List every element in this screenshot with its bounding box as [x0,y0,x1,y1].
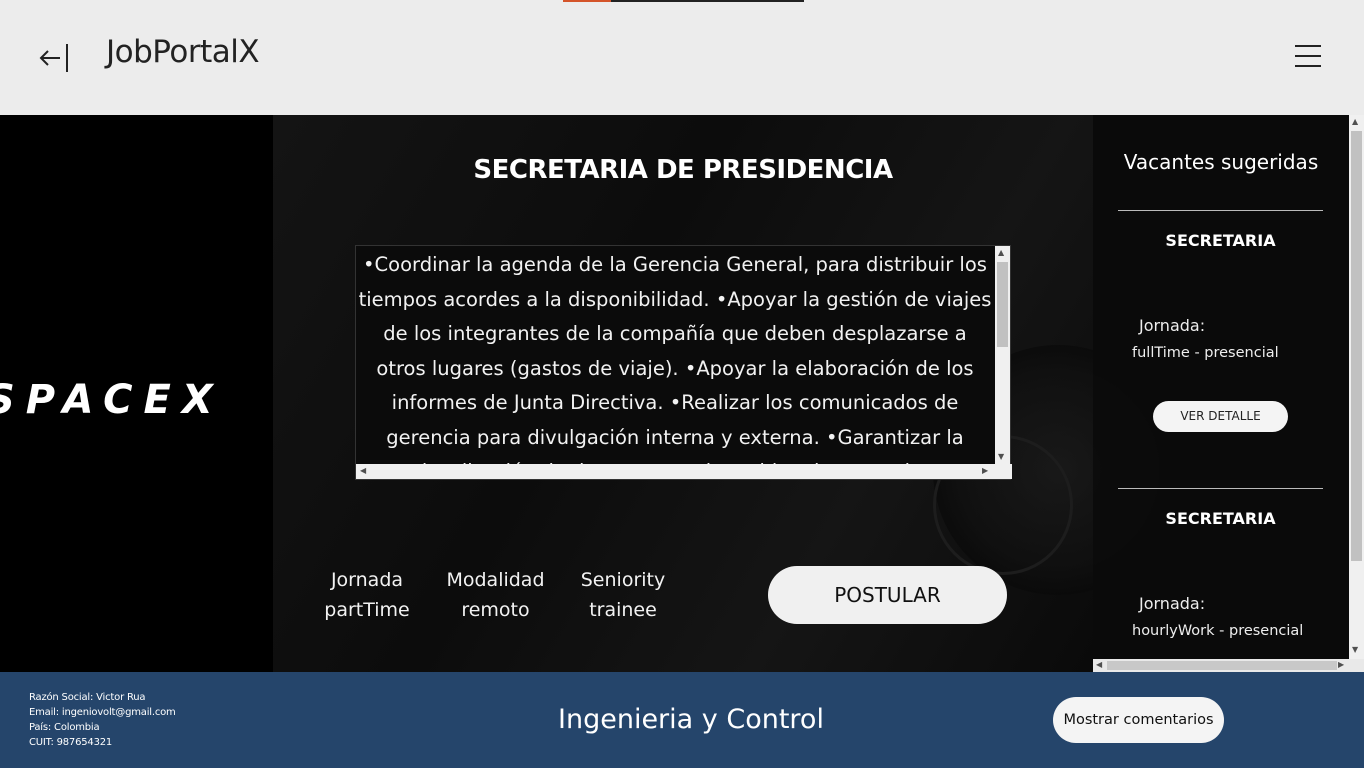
scroll-left-arrow-icon[interactable]: ◀ [360,466,366,475]
company-logo: SPACEX [0,377,224,423]
job-detail-panel: SECRETARIA DE PRESIDENCIA •Coordinar la … [273,115,1183,672]
suggested-job-title: SECRETARIA [1165,231,1276,250]
hamburger-icon[interactable] [1295,44,1321,68]
brand-title[interactable]: JobPortalX [106,34,260,70]
footer-title: Ingenieria y Control [558,704,824,735]
arrow-left-bar-icon[interactable] [38,40,72,74]
job-description-box[interactable]: •Coordinar la agenda de la Gerencia Gene… [355,245,1012,480]
sidebar-horizontal-scrollbar[interactable]: ◀ ▶ [1093,659,1364,672]
jornada-label: Jornada: [1139,316,1206,335]
show-comments-button[interactable]: Mostrar comentarios [1053,697,1224,743]
scroll-left-arrow-icon[interactable]: ◀ [1096,660,1102,669]
fact-value: remoto [461,599,530,621]
fact-label: Seniority [580,569,666,591]
app-header: JobPortalX [0,0,1364,115]
divider [1118,488,1323,489]
sidebar-title: Vacantes sugeridas [1123,150,1319,174]
company-logo-panel: SPACEX [0,115,273,672]
contact-email: Email: ingeniovolt@gmail.com [29,707,176,718]
job-description-text: •Coordinar la agenda de la Gerencia Gene… [358,253,992,466]
scroll-down-arrow-icon[interactable]: ▼ [1352,645,1358,654]
cuit: CUIT: 987654321 [29,737,113,748]
fact-seniority: Seniority trainee [573,565,673,625]
scroll-right-arrow-icon[interactable]: ▶ [1338,660,1344,669]
jornada-label: Jornada: [1139,594,1206,613]
company-info: Razón Social: Victor Rua Email: ingeniov… [29,690,176,750]
apply-button[interactable]: POSTULAR [768,566,1007,624]
fact-modalidad: Modalidad remoto [443,565,548,625]
jornada-value: fullTime - presencial [1132,345,1279,361]
fact-label: Jornada [330,569,404,591]
fact-value: trainee [589,599,657,621]
suggested-jobs-sidebar: Vacantes sugeridas SECRETARIA Jornada: f… [1093,115,1364,672]
fact-label: Modalidad [446,569,545,591]
fact-jornada: Jornada partTime [317,565,417,625]
sidebar-scroll-thumb[interactable] [1351,131,1362,561]
scroll-right-arrow-icon[interactable]: ▶ [982,466,988,475]
description-vertical-scrollbar[interactable]: ▲ ▼ [995,246,1010,466]
app-footer: Razón Social: Victor Rua Email: ingeniov… [0,672,1364,768]
description-scroll-thumb[interactable] [997,262,1008,347]
scroll-up-arrow-icon[interactable]: ▲ [1352,117,1358,126]
country: País: Colombia [29,722,100,733]
razon-social: Razón Social: Victor Rua [29,692,146,703]
description-horizontal-scrollbar[interactable]: ◀ ▶ [356,464,1012,479]
fact-value: partTime [324,599,410,621]
suggested-job-card: SECRETARIA Jornada: fullTime - presencia… [1118,210,1323,432]
job-title: SECRETARIA DE PRESIDENCIA [473,155,893,185]
scroll-up-arrow-icon[interactable]: ▲ [998,248,1004,257]
view-detail-button[interactable]: VER DETALLE [1153,401,1288,432]
top-progress-fill [563,0,612,2]
job-detail-main: SPACEX SECRETARIA DE PRESIDENCIA •Coordi… [0,115,1364,672]
scroll-down-arrow-icon[interactable]: ▼ [998,452,1004,461]
jornada-value: hourlyWork - presencial [1132,623,1304,639]
divider [1118,210,1323,211]
top-progress-strip [563,0,804,2]
sidebar-vertical-scrollbar[interactable]: ▲ ▼ [1349,115,1364,660]
sidebar-horizontal-thumb[interactable] [1107,661,1337,670]
suggested-job-card: SECRETARIA Jornada: hourlyWork - presenc… [1118,488,1323,639]
job-facts: Jornada partTime Modalidad remoto Senior… [273,565,693,635]
suggested-job-title: SECRETARIA [1165,509,1276,528]
